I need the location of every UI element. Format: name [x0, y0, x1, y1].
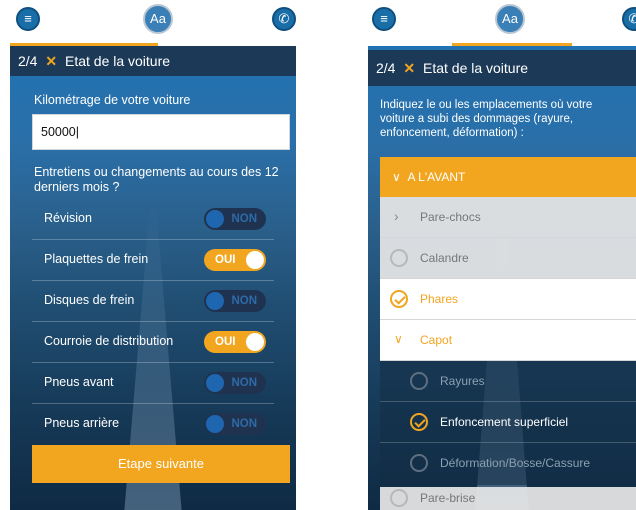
item-label: Capot — [420, 333, 453, 347]
item-label: Phares — [420, 292, 459, 306]
left-screen: ≡ Aa ✆ 2/4 ✕ Etat de la voiture Kilométr… — [10, 0, 296, 510]
maintenance-row: Pneus avant NON — [32, 363, 274, 404]
toggle-switch[interactable]: NON — [204, 372, 266, 394]
tools-icon: ✕ — [403, 60, 416, 76]
sub-list-item[interactable]: Déformation/Bosse/Cassure — [380, 443, 636, 484]
section-front-label: A L'AVANT — [407, 170, 466, 184]
mileage-input[interactable]: 50000| — [32, 114, 290, 150]
phone-icon[interactable]: ✆ — [622, 7, 636, 31]
next-step-button[interactable]: Etape suivante — [32, 445, 290, 483]
maintenance-row: Révision NON — [32, 199, 274, 240]
unchecked-circle-icon — [410, 372, 428, 390]
chevron-right-icon: › — [394, 208, 399, 224]
maintenance-row: Pneus arrière NON — [32, 404, 274, 444]
tools-icon: ✕ — [45, 53, 58, 69]
item-label: Calandre — [420, 251, 469, 265]
sub-list: Rayures Enfoncement superficiel Déformat… — [380, 361, 636, 485]
active-tab-indicator — [452, 43, 572, 46]
toggle-knob — [206, 292, 224, 310]
item-label: Enfoncement superficiel — [440, 415, 569, 429]
maintenance-question: Entretiens ou changements au cours des 1… — [34, 165, 279, 194]
row-label: Disques de frein — [44, 293, 135, 307]
chevron-down-icon: ∨ — [392, 170, 401, 184]
step-counter: 2/4 — [18, 53, 38, 69]
list-item[interactable]: Phares — [380, 279, 636, 320]
checked-circle-icon — [390, 290, 408, 308]
maintenance-row: Courroie de distribution OUI — [32, 322, 274, 363]
toggle-switch[interactable]: OUI — [204, 331, 266, 353]
font-size-icon[interactable]: Aa — [143, 4, 173, 34]
list-item[interactable]: › Pare-chocs — [380, 197, 636, 238]
item-label: Rayures — [440, 374, 485, 388]
sub-list-item[interactable]: Rayures — [380, 361, 636, 402]
row-label: Pneus arrière — [44, 416, 120, 430]
sub-list-item[interactable]: Enfoncement superficiel — [380, 402, 636, 443]
toggle-switch[interactable]: NON — [204, 413, 266, 435]
step-header: 2/4 ✕ Etat de la voiture — [368, 50, 636, 86]
top-bar: ≡ Aa ✆ — [10, 0, 296, 46]
unchecked-circle-icon — [410, 454, 428, 472]
row-label: Plaquettes de frein — [44, 252, 149, 266]
list-item[interactable]: Pare-brise — [380, 487, 636, 510]
right-screen: ≡ Aa ✆ 2/4 ✕ Etat de la voiture Indiquez… — [368, 0, 636, 510]
item-label: Déformation/Bosse/Cassure — [440, 456, 591, 470]
maintenance-row: Plaquettes de frein OUI — [32, 240, 274, 281]
toggle-switch[interactable]: OUI — [204, 249, 266, 271]
toggle-knob — [206, 210, 224, 228]
menu-icon[interactable]: ≡ — [372, 7, 396, 31]
step-title: Etat de la voiture — [422, 60, 529, 76]
item-label: Pare-chocs — [420, 210, 481, 224]
row-label: Révision — [44, 211, 92, 225]
damage-instructions: Indiquez le ou les emplacements où votre… — [380, 99, 593, 139]
top-bar: ≡ Aa ✆ — [368, 0, 636, 46]
maintenance-row: Disques de frein NON — [32, 281, 274, 322]
toggle-knob — [246, 333, 264, 351]
row-label: Pneus avant — [44, 375, 114, 389]
list-item[interactable]: ∨ Capot — [380, 320, 636, 361]
toggle-knob — [246, 251, 264, 269]
step-counter: 2/4 — [376, 60, 396, 76]
row-label: Courroie de distribution — [44, 334, 174, 348]
font-size-icon[interactable]: Aa — [495, 4, 525, 34]
menu-icon[interactable]: ≡ — [16, 7, 40, 31]
step-header: 2/4 ✕ Etat de la voiture — [10, 46, 296, 76]
toggle-switch[interactable]: NON — [204, 290, 266, 312]
list-item[interactable]: Calandre — [380, 238, 636, 279]
step-title: Etat de la voiture — [64, 53, 171, 69]
item-label: Pare-brise — [420, 491, 476, 505]
checked-circle-icon — [410, 413, 428, 431]
unchecked-circle-icon — [390, 489, 408, 507]
chevron-down-icon: ∨ — [394, 332, 403, 346]
mileage-value: 50000 — [41, 125, 76, 139]
mileage-label: Kilométrage de votre voiture — [34, 93, 191, 107]
unchecked-circle-icon — [390, 249, 408, 267]
toggle-switch[interactable]: NON — [204, 208, 266, 230]
toggle-knob — [206, 374, 224, 392]
section-front-header[interactable]: ∨ A L'AVANT — [380, 157, 636, 197]
phone-icon[interactable]: ✆ — [272, 7, 296, 31]
toggle-knob — [206, 415, 224, 433]
damage-list: › Pare-chocs Calandre Phares ∨ Capot Ray… — [380, 197, 636, 510]
